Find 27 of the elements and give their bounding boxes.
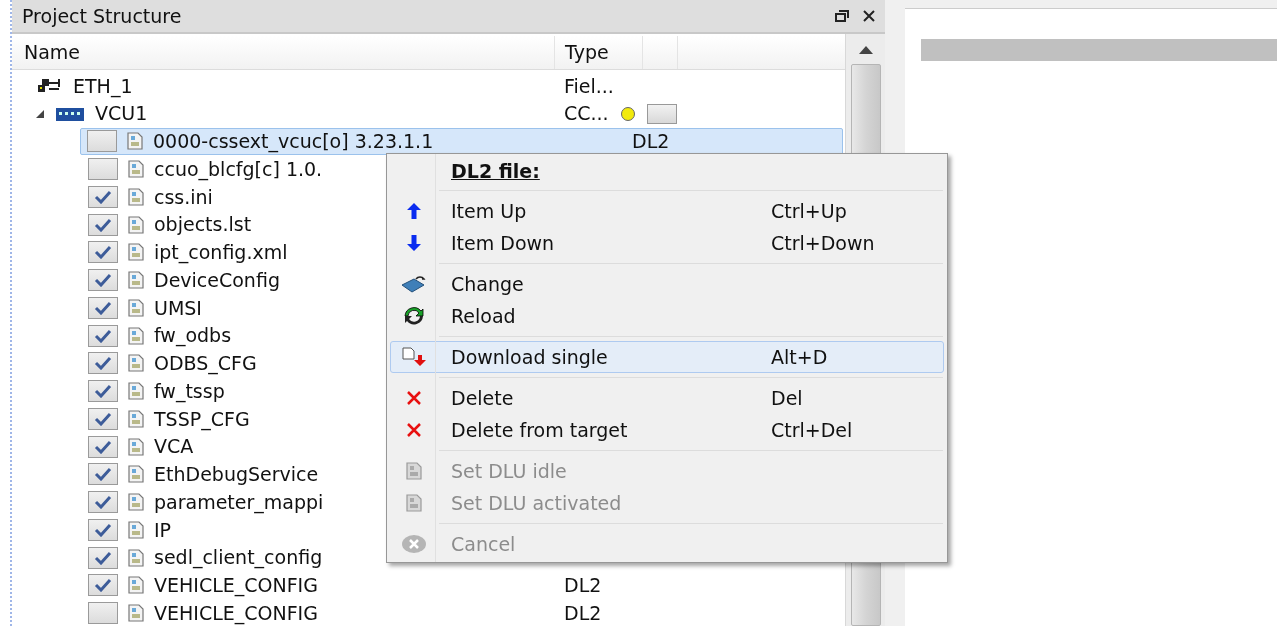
tree-item-label: EthDebugService xyxy=(154,462,319,488)
tree-item-label: IP xyxy=(154,517,172,543)
tree-item-label: fw_odbs xyxy=(154,323,232,349)
type-cell-text: DL2 xyxy=(632,129,670,155)
tree-item-label: ETH_1 xyxy=(73,73,133,100)
type-cell-text: DL2 xyxy=(564,573,602,599)
tree-item-label: VEHICLE_CONFIG xyxy=(154,600,318,626)
tree-item-label: VCU1 xyxy=(95,101,148,127)
menu-title: DL2 file: xyxy=(451,158,540,184)
tree-item-label: ipt_config.xml xyxy=(154,240,288,266)
tree-item-label: VCA xyxy=(154,434,194,460)
tree-item-label: TSSP_CFG xyxy=(154,406,250,433)
type-cell-text: Fiel... xyxy=(564,73,614,99)
tree-item-label: css.ini xyxy=(154,184,213,210)
tree-item-label: ODBS_CFG xyxy=(154,351,257,377)
tree-item-label: fw_tssp xyxy=(154,378,225,405)
type-cell-text: CC... xyxy=(564,101,609,127)
tree-item-label: sedl_client_config xyxy=(154,545,323,571)
tree-item-label: UMSI xyxy=(154,295,202,321)
type-cell-text: DL2 xyxy=(564,600,602,626)
tree-item-label: objects.lst xyxy=(154,212,252,238)
tree-item-label: VEHICLE_CONFIG xyxy=(154,573,318,599)
tree-item-label: parameter_mappi xyxy=(154,489,324,516)
tree-item-label: DeviceConfig xyxy=(154,267,280,293)
panel-title: Project Structure xyxy=(22,3,183,29)
tree-item-label: 0000-cssext_vcuc[o] 3.23.1.1 xyxy=(153,129,434,155)
tree-item-label: ccuo_blcfg[c] 1.0. xyxy=(154,156,323,183)
